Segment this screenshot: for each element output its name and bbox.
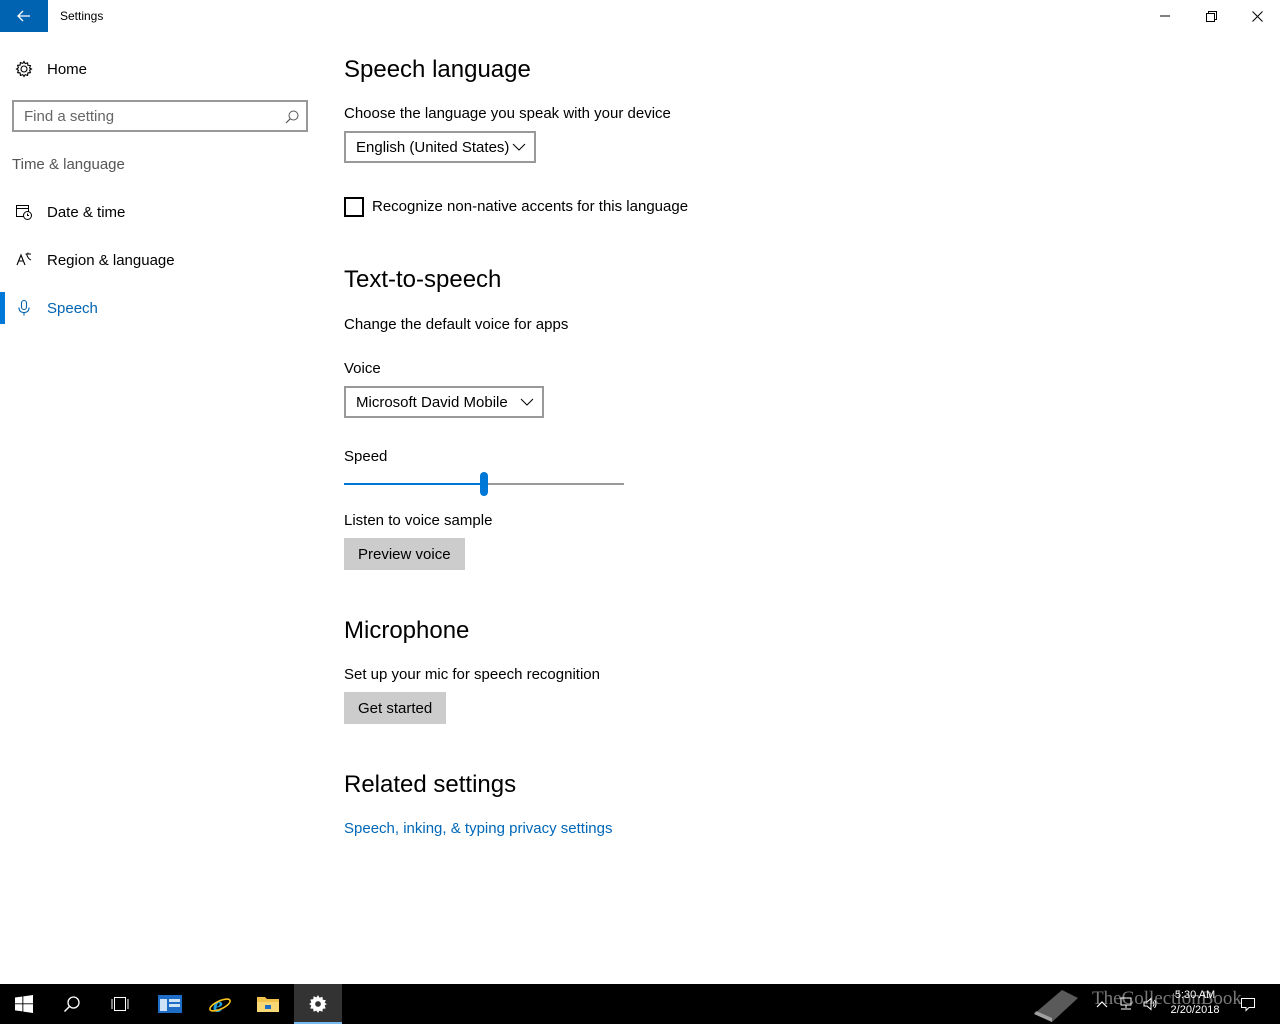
search-icon — [63, 996, 80, 1013]
action-center-icon[interactable] — [1240, 996, 1256, 1012]
restore-icon — [1205, 10, 1217, 22]
selection-indicator — [0, 292, 5, 324]
search-box[interactable] — [12, 100, 308, 132]
taskbar: e TheCollectionBook 5:30 AM 2/20/2018 — [0, 984, 1280, 1024]
group-label: Time & language — [12, 156, 125, 173]
tts-description: Change the default voice for apps — [344, 316, 569, 333]
sidebar-item-region-language[interactable]: Region & language — [0, 240, 320, 280]
task-view-button[interactable] — [96, 984, 144, 1024]
clock[interactable]: 5:30 AM 2/20/2018 — [1160, 988, 1230, 1018]
sidebar-item-label: Region & language — [47, 251, 175, 269]
volume-icon[interactable] — [1142, 996, 1158, 1012]
start-button[interactable] — [0, 984, 48, 1024]
server-manager-icon — [158, 995, 182, 1013]
voice-label: Voice — [344, 360, 381, 377]
tts-heading: Text-to-speech — [344, 266, 502, 293]
task-view-icon — [111, 997, 129, 1011]
chevron-down-icon — [520, 398, 534, 406]
voice-sample-label: Listen to voice sample — [344, 512, 493, 529]
back-arrow-icon — [17, 10, 30, 22]
back-button[interactable] — [0, 0, 48, 32]
sidebar-item-home[interactable]: Home — [0, 52, 320, 86]
speed-label: Speed — [344, 448, 388, 465]
taskbar-app-server-manager[interactable] — [146, 984, 194, 1024]
taskbar-app-internet-explorer[interactable]: e — [196, 984, 244, 1024]
minimize-button[interactable] — [1142, 0, 1188, 32]
windows-logo-icon — [15, 995, 33, 1013]
folder-icon — [257, 997, 279, 1012]
microphone-icon — [15, 299, 33, 317]
internet-explorer-icon: e — [209, 992, 231, 1016]
search-input[interactable] — [24, 107, 274, 125]
content-pane: Speech language Choose the language you … — [344, 32, 1244, 984]
gear-icon — [309, 995, 327, 1013]
calendar-clock-icon — [15, 203, 33, 221]
voice-dropdown-value: Microsoft David Mobile — [356, 393, 508, 411]
close-icon — [1251, 10, 1263, 22]
gear-icon — [15, 60, 33, 78]
sidebar-item-speech[interactable]: Speech — [0, 288, 320, 328]
language-icon — [15, 251, 33, 269]
search-icon[interactable] — [284, 109, 300, 125]
speech-language-description: Choose the language you speak with your … — [344, 105, 671, 122]
slider-thumb[interactable] — [480, 472, 488, 496]
chevron-down-icon — [512, 143, 526, 151]
accent-checkbox-label[interactable]: Recognize non-native accents for this la… — [372, 198, 688, 215]
book-icon — [1034, 990, 1078, 1022]
related-settings-heading: Related settings — [344, 771, 517, 798]
close-button[interactable] — [1234, 0, 1280, 32]
restore-button[interactable] — [1188, 0, 1234, 32]
clock-date: 2/20/2018 — [1170, 1004, 1220, 1016]
window-title: Settings — [60, 9, 104, 23]
sidebar-item-date-time[interactable]: Date & time — [0, 192, 320, 232]
network-icon[interactable] — [1118, 996, 1134, 1012]
title-bar: Settings — [0, 0, 1280, 32]
slider-track-filled[interactable] — [344, 483, 484, 485]
taskbar-app-settings[interactable] — [294, 984, 342, 1024]
privacy-settings-link[interactable]: Speech, inking, & typing privacy setting… — [344, 820, 612, 837]
get-started-button[interactable]: Get started — [344, 692, 447, 724]
preview-voice-button[interactable]: Preview voice — [344, 538, 465, 570]
microphone-heading: Microphone — [344, 617, 470, 644]
voice-dropdown[interactable]: Microsoft David Mobile — [344, 386, 544, 418]
home-label: Home — [47, 60, 88, 78]
sidebar-item-label: Date & time — [47, 203, 126, 221]
language-dropdown-value: English (United States) — [356, 138, 510, 156]
taskbar-app-file-explorer[interactable] — [244, 984, 292, 1024]
microphone-description: Set up your mic for speech recognition — [344, 666, 600, 683]
chevron-up-icon[interactable] — [1094, 996, 1110, 1012]
accent-checkbox[interactable] — [344, 197, 364, 217]
sidebar: Home Time & language Date & time — [0, 32, 320, 984]
language-dropdown[interactable]: English (United States) — [344, 131, 536, 163]
slider-track-empty[interactable] — [484, 483, 624, 485]
sidebar-item-label: Speech — [47, 299, 98, 317]
speech-language-heading: Speech language — [344, 56, 531, 83]
taskbar-search-button[interactable] — [48, 984, 96, 1024]
minimize-icon — [1160, 15, 1170, 17]
clock-time: 5:30 AM — [1174, 989, 1216, 1001]
